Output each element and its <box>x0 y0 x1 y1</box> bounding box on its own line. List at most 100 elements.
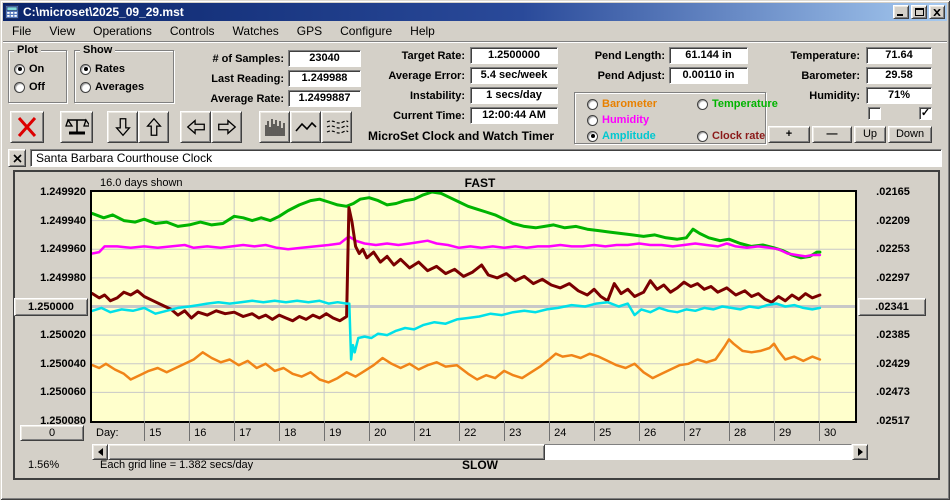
clear-name-button[interactable] <box>8 149 26 167</box>
maximize-button[interactable] <box>911 5 927 19</box>
line-view-button[interactable] <box>290 111 321 143</box>
right-axis-label: .02297 <box>860 271 926 285</box>
instability-label: Instability: <box>345 90 465 103</box>
close-button[interactable] <box>929 5 945 19</box>
right-axis-button[interactable]: .02341 <box>858 298 926 316</box>
day-tick <box>819 421 820 441</box>
day-label: 25 <box>599 426 625 440</box>
temperature-value: 71.64 <box>866 47 932 64</box>
app-icon <box>5 5 19 19</box>
left-axis-label: 1.249920 <box>2 185 86 199</box>
samples-label: # of Samples: <box>160 53 284 66</box>
left-axis-label: 1.249980 <box>2 271 86 285</box>
radio-humidity[interactable]: Humidity <box>587 114 649 126</box>
day-label: 22 <box>464 426 490 440</box>
arrow-down-icon <box>112 115 134 139</box>
scroll-right-button[interactable] <box>211 111 242 143</box>
left-axis-label: 1.250020 <box>2 328 86 342</box>
radio-show-averages-label: Averages <box>95 81 144 93</box>
left-axis-label: 1.249940 <box>2 214 86 228</box>
humidity-value: 71% <box>866 87 932 104</box>
plus-button[interactable]: + <box>768 126 810 143</box>
radio-show-rates[interactable]: Rates <box>80 63 125 75</box>
menu-watches[interactable]: Watches <box>224 21 288 41</box>
plot-area[interactable] <box>90 190 857 423</box>
left-axis-label: 1.249960 <box>2 242 86 256</box>
pend-length-label: Pend Length: <box>565 50 665 63</box>
series-amplitude <box>92 301 820 360</box>
menu-gps[interactable]: GPS <box>288 21 331 41</box>
day-tick <box>324 421 325 441</box>
right-axis-label: .02209 <box>860 214 926 228</box>
day-tick <box>279 421 280 441</box>
checkbox-left[interactable] <box>868 107 881 120</box>
pend-adjust-label: Pend Adjust: <box>565 70 665 83</box>
average-error-label: Average Error: <box>345 70 465 83</box>
right-axis-label: .02517 <box>860 414 926 428</box>
menu-operations[interactable]: Operations <box>84 21 161 41</box>
slow-label: SLOW <box>430 458 530 472</box>
scroll-left-button[interactable] <box>180 111 211 143</box>
radio-plot-on[interactable]: On <box>14 63 44 75</box>
shift-up-button[interactable] <box>138 111 169 143</box>
radio-label: Amplitude <box>602 130 656 142</box>
left-axis-label: 1.250080 <box>2 414 86 428</box>
radio-clock-rate[interactable]: Clock rate <box>697 130 765 142</box>
minimize-button[interactable] <box>893 5 909 19</box>
balance-button[interactable] <box>60 111 93 143</box>
down-button[interactable]: Down <box>888 126 932 143</box>
radio-show-averages[interactable]: Averages <box>80 81 144 93</box>
window-title: C:\microset\2025_09_29.mst <box>23 5 891 19</box>
minus-button[interactable]: — <box>812 126 852 143</box>
arrow-up-icon <box>143 115 165 139</box>
pend-length-value: 61.144 in <box>669 47 748 64</box>
arrow-left-icon <box>184 116 208 138</box>
right-triangle-icon <box>858 448 863 456</box>
day-label: 23 <box>509 426 535 440</box>
radio-circle-icon <box>697 131 708 142</box>
radio-label: Barometer <box>602 98 657 110</box>
menu-file[interactable]: File <box>3 21 40 41</box>
radio-plot-off-label: Off <box>29 81 45 93</box>
red-x-icon <box>15 115 39 139</box>
day-tick <box>459 421 460 441</box>
scrollbar-right-arrow[interactable] <box>852 444 868 460</box>
day-tick <box>189 421 190 441</box>
radio-dot-icon <box>14 64 25 75</box>
day-tick <box>549 421 550 441</box>
radio-plot-off[interactable]: Off <box>14 81 45 93</box>
radio-barometer[interactable]: Barometer <box>587 98 657 110</box>
shift-down-button[interactable] <box>107 111 138 143</box>
left-axis-label: 1.250040 <box>2 357 86 371</box>
day-tick <box>594 421 595 441</box>
day-label: 26 <box>644 426 670 440</box>
day-label: 21 <box>419 426 445 440</box>
checkbox-right[interactable]: ✓ <box>919 107 932 120</box>
radio-amplitude[interactable]: Amplitude <box>587 130 656 142</box>
day-label: 15 <box>149 426 175 440</box>
radio-show-rates-label: Rates <box>95 63 125 75</box>
left-axis-button[interactable]: 1.250000 <box>14 298 88 316</box>
radio-circle-icon <box>80 82 91 93</box>
humidity-label: Humidity: <box>745 90 860 103</box>
multi-trace-view-button[interactable] <box>321 111 352 143</box>
up-button[interactable]: Up <box>854 126 886 143</box>
current-time-label: Current Time: <box>345 110 465 123</box>
day-tick <box>774 421 775 441</box>
last-reading-label: Last Reading: <box>160 73 284 86</box>
left-triangle-icon <box>98 448 103 456</box>
day-tick <box>369 421 370 441</box>
maximize-icon <box>915 8 924 16</box>
microset-window: C:\microset\2025_09_29.mst File View Ope… <box>0 0 950 500</box>
menu-controls[interactable]: Controls <box>161 21 224 41</box>
day-tick <box>639 421 640 441</box>
day-tick <box>504 421 505 441</box>
histogram-view-button[interactable] <box>259 111 290 143</box>
menu-configure[interactable]: Configure <box>331 21 401 41</box>
clock-name-field[interactable]: Santa Barbara Courthouse Clock <box>30 149 942 167</box>
menu-view[interactable]: View <box>40 21 84 41</box>
menu-help[interactable]: Help <box>401 21 444 41</box>
delete-button[interactable] <box>10 111 44 143</box>
average-rate-label: Average Rate: <box>160 93 284 106</box>
current-time-value: 12:00:44 AM <box>470 107 558 124</box>
